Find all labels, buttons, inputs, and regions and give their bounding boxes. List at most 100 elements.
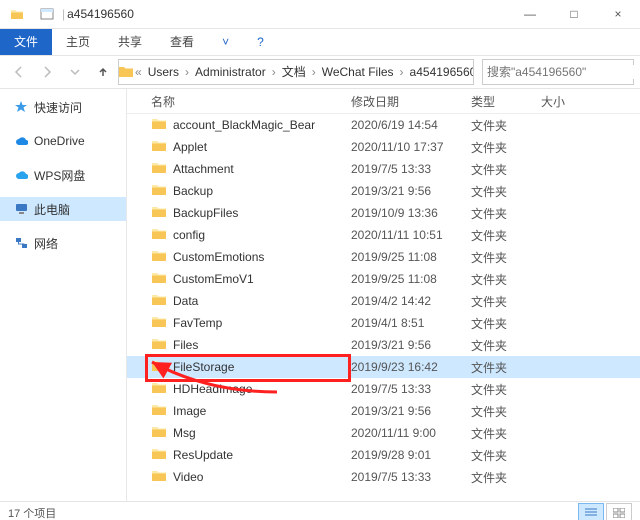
folder-row[interactable]: config2020/11/11 10:51文件夹 [127,224,640,246]
column-headers[interactable]: 名称 修改日期 类型 大小 [127,89,640,114]
tab-view[interactable]: 查看 [156,29,208,55]
file-pane: 名称 修改日期 类型 大小 account_BlackMagic_Bear202… [127,89,640,501]
col-name[interactable]: 名称 [151,93,351,110]
folder-icon [151,337,167,353]
view-details-button[interactable] [578,503,604,520]
folder-icon [119,66,133,78]
explorer-icon [38,5,56,23]
maximize-button[interactable]: □ [552,0,596,28]
col-size[interactable]: 大小 [541,93,640,110]
folder-row[interactable]: FavTemp2019/4/1 8:51文件夹 [127,312,640,334]
breadcrumb-segment[interactable]: Administrator [191,65,270,79]
folder-icon [151,425,167,441]
tab-home[interactable]: 主页 [52,29,104,55]
col-type[interactable]: 类型 [471,93,541,110]
folder-row[interactable]: account_BlackMagic_Bear2020/6/19 14:54文件… [127,114,640,136]
chevron-right-icon[interactable]: › [270,65,278,79]
folder-row[interactable]: Msg2020/11/11 9:00文件夹 [127,422,640,444]
file-date: 2019/4/2 14:42 [351,294,471,308]
file-name: CustomEmoV1 [173,272,351,286]
tab-file[interactable]: 文件 [0,29,52,55]
folder-icon [151,227,167,243]
file-name: Video [173,470,351,484]
file-type: 文件夹 [471,293,541,310]
file-type: 文件夹 [471,117,541,134]
network-icon [14,237,28,249]
folder-row[interactable]: Applet2020/11/10 17:37文件夹 [127,136,640,158]
folder-row[interactable]: Image2019/3/21 9:56文件夹 [127,400,640,422]
folder-icon [8,5,26,23]
sidebar-item-label: OneDrive [34,134,85,148]
ribbon-help-icon[interactable]: ? [243,29,278,55]
folder-row[interactable]: Data2019/4/2 14:42文件夹 [127,290,640,312]
folder-row[interactable]: FileStorage2019/9/23 16:42文件夹 [127,356,640,378]
cloud-icon [14,170,28,180]
folder-icon [151,271,167,287]
sidebar-item-quick-access[interactable]: 快速访问 [0,95,126,119]
file-date: 2020/11/11 9:00 [351,426,471,440]
folder-icon [151,249,167,265]
cloud-icon [14,136,28,146]
file-name: HDHeadImage [173,382,351,396]
file-date: 2019/9/25 11:08 [351,250,471,264]
folder-row[interactable]: BackupFiles2019/10/9 13:36文件夹 [127,202,640,224]
star-icon [14,101,28,113]
folder-icon [151,447,167,463]
chevron-right-icon[interactable]: › [398,65,406,79]
folder-row[interactable]: CustomEmotions2019/9/25 11:08文件夹 [127,246,640,268]
file-name: FileStorage [173,360,351,374]
search-input[interactable] [483,65,640,79]
status-item-count: 17 个项目 [8,505,56,520]
file-name: Data [173,294,351,308]
chevron-right-icon[interactable]: › [183,65,191,79]
breadcrumb-segment[interactable]: WeChat Files [318,65,398,79]
file-type: 文件夹 [471,227,541,244]
file-date: 2019/9/23 16:42 [351,360,471,374]
file-name: Files [173,338,351,352]
file-list[interactable]: account_BlackMagic_Bear2020/6/19 14:54文件… [127,114,640,501]
ribbon: 文件 主页 共享 查看 ˅ ? [0,29,640,56]
nav-recent-dropdown[interactable] [62,59,88,85]
address-bar[interactable]: « Users›Administrator›文档›WeChat Files›a4… [118,59,474,85]
breadcrumb-segment[interactable]: 文档 [278,65,310,79]
folder-row[interactable]: Attachment2019/7/5 13:33文件夹 [127,158,640,180]
col-date[interactable]: 修改日期 [351,93,471,110]
sidebar-item-this-pc[interactable]: 此电脑 [0,197,126,221]
file-name: config [173,228,351,242]
file-name: ResUpdate [173,448,351,462]
nav-forward-button[interactable] [34,59,60,85]
file-date: 2019/7/5 13:33 [351,382,471,396]
folder-icon [151,381,167,397]
chevron-right-icon[interactable]: › [310,65,318,79]
file-date: 2019/7/5 13:33 [351,162,471,176]
folder-row[interactable]: Video2019/7/5 13:33文件夹 [127,466,640,488]
file-type: 文件夹 [471,447,541,464]
file-date: 2019/9/28 9:01 [351,448,471,462]
folder-row[interactable]: CustomEmoV12019/9/25 11:08文件夹 [127,268,640,290]
title-separator: | [60,7,67,21]
tab-share[interactable]: 共享 [104,29,156,55]
search-box[interactable] [482,59,634,85]
file-date: 2019/3/21 9:56 [351,184,471,198]
minimize-button[interactable]: — [508,0,552,28]
file-type: 文件夹 [471,315,541,332]
ribbon-expand-icon[interactable]: ˅ [208,29,243,55]
folder-row[interactable]: ResUpdate2019/9/28 9:01文件夹 [127,444,640,466]
view-icons-button[interactable] [606,503,632,520]
chevron-left-icon[interactable]: « [133,65,144,79]
folder-row[interactable]: Backup2019/3/21 9:56文件夹 [127,180,640,202]
sidebar-item-label: 快速访问 [34,99,82,116]
nav-up-button[interactable] [90,59,116,85]
sidebar-item-network[interactable]: 网络 [0,231,126,255]
close-button[interactable]: × [596,0,640,28]
breadcrumb-segment[interactable]: a454196560 [406,65,474,79]
sidebar-item-onedrive[interactable]: OneDrive [0,129,126,153]
nav-back-button[interactable] [6,59,32,85]
folder-icon [151,117,167,133]
file-name: Image [173,404,351,418]
folder-row[interactable]: Files2019/3/21 9:56文件夹 [127,334,640,356]
file-date: 2020/11/10 17:37 [351,140,471,154]
sidebar-item-wps[interactable]: WPS网盘 [0,163,126,187]
breadcrumb-segment[interactable]: Users [144,65,183,79]
folder-row[interactable]: HDHeadImage2019/7/5 13:33文件夹 [127,378,640,400]
